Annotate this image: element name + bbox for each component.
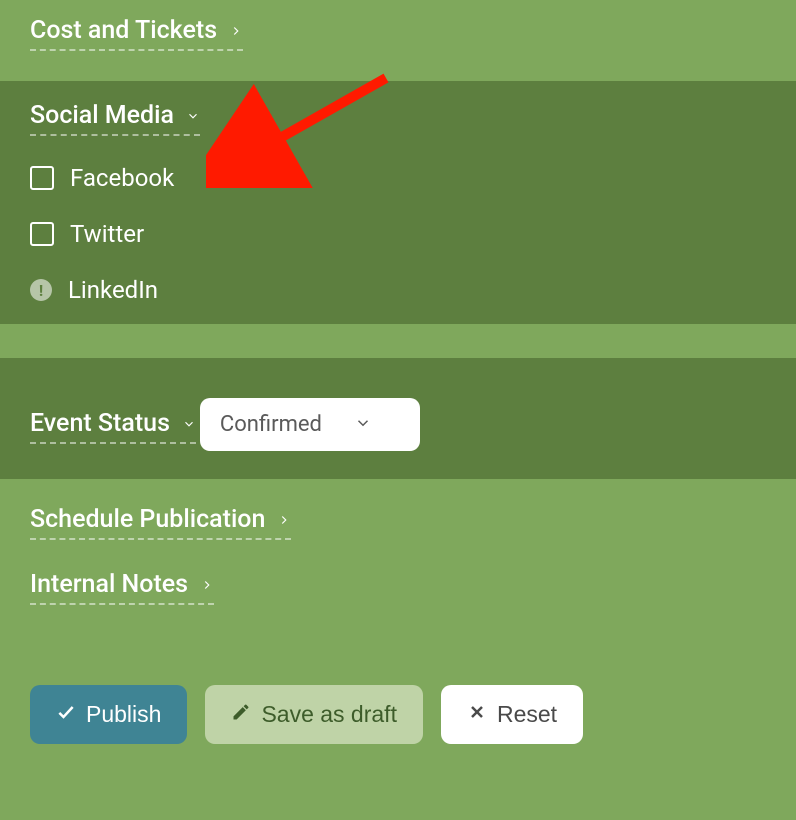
schedule-publication-section: Schedule Publication	[0, 479, 796, 550]
event-status-section: Event Status Confirmed	[0, 358, 796, 479]
cost-tickets-title: Cost and Tickets	[30, 16, 217, 45]
internal-notes-section: Internal Notes	[0, 550, 796, 615]
event-status-select[interactable]: Confirmed	[200, 398, 420, 451]
publish-label: Publish	[86, 701, 161, 728]
action-buttons: Publish Save as draft Reset	[0, 655, 796, 774]
cost-tickets-section: Cost and Tickets	[0, 0, 796, 81]
event-status-value: Confirmed	[220, 412, 322, 437]
publish-button[interactable]: Publish	[30, 685, 187, 744]
pencil-icon	[231, 701, 251, 728]
chevron-down-icon	[182, 417, 196, 431]
save-draft-label: Save as draft	[261, 701, 397, 728]
chevron-down-icon	[186, 109, 200, 123]
linkedin-option: ! LinkedIn	[30, 276, 766, 304]
twitter-label: Twitter	[70, 220, 144, 248]
info-icon[interactable]: !	[30, 279, 52, 301]
event-status-header[interactable]: Event Status	[30, 409, 196, 444]
cost-tickets-header[interactable]: Cost and Tickets	[30, 16, 243, 51]
event-status-title: Event Status	[30, 409, 170, 438]
schedule-publication-title: Schedule Publication	[30, 505, 265, 534]
save-draft-button[interactable]: Save as draft	[205, 685, 423, 744]
social-media-title: Social Media	[30, 101, 174, 130]
chevron-right-icon	[277, 513, 291, 527]
reset-button[interactable]: Reset	[441, 685, 583, 744]
close-icon	[467, 701, 487, 728]
reset-label: Reset	[497, 701, 557, 728]
social-media-header[interactable]: Social Media	[30, 101, 200, 136]
section-separator	[0, 324, 796, 358]
social-media-section: Social Media Facebook Twitter ! LinkedIn	[0, 81, 796, 324]
internal-notes-title: Internal Notes	[30, 570, 188, 599]
chevron-right-icon	[229, 24, 243, 38]
facebook-label: Facebook	[70, 164, 174, 192]
internal-notes-header[interactable]: Internal Notes	[30, 570, 214, 605]
twitter-option: Twitter	[30, 220, 766, 248]
social-media-options: Facebook Twitter ! LinkedIn	[30, 164, 766, 304]
facebook-option: Facebook	[30, 164, 766, 192]
schedule-publication-header[interactable]: Schedule Publication	[30, 505, 291, 540]
chevron-right-icon	[200, 578, 214, 592]
linkedin-label: LinkedIn	[68, 276, 158, 304]
chevron-down-icon	[354, 414, 372, 436]
twitter-checkbox[interactable]	[30, 222, 54, 246]
check-icon	[56, 701, 76, 728]
facebook-checkbox[interactable]	[30, 166, 54, 190]
